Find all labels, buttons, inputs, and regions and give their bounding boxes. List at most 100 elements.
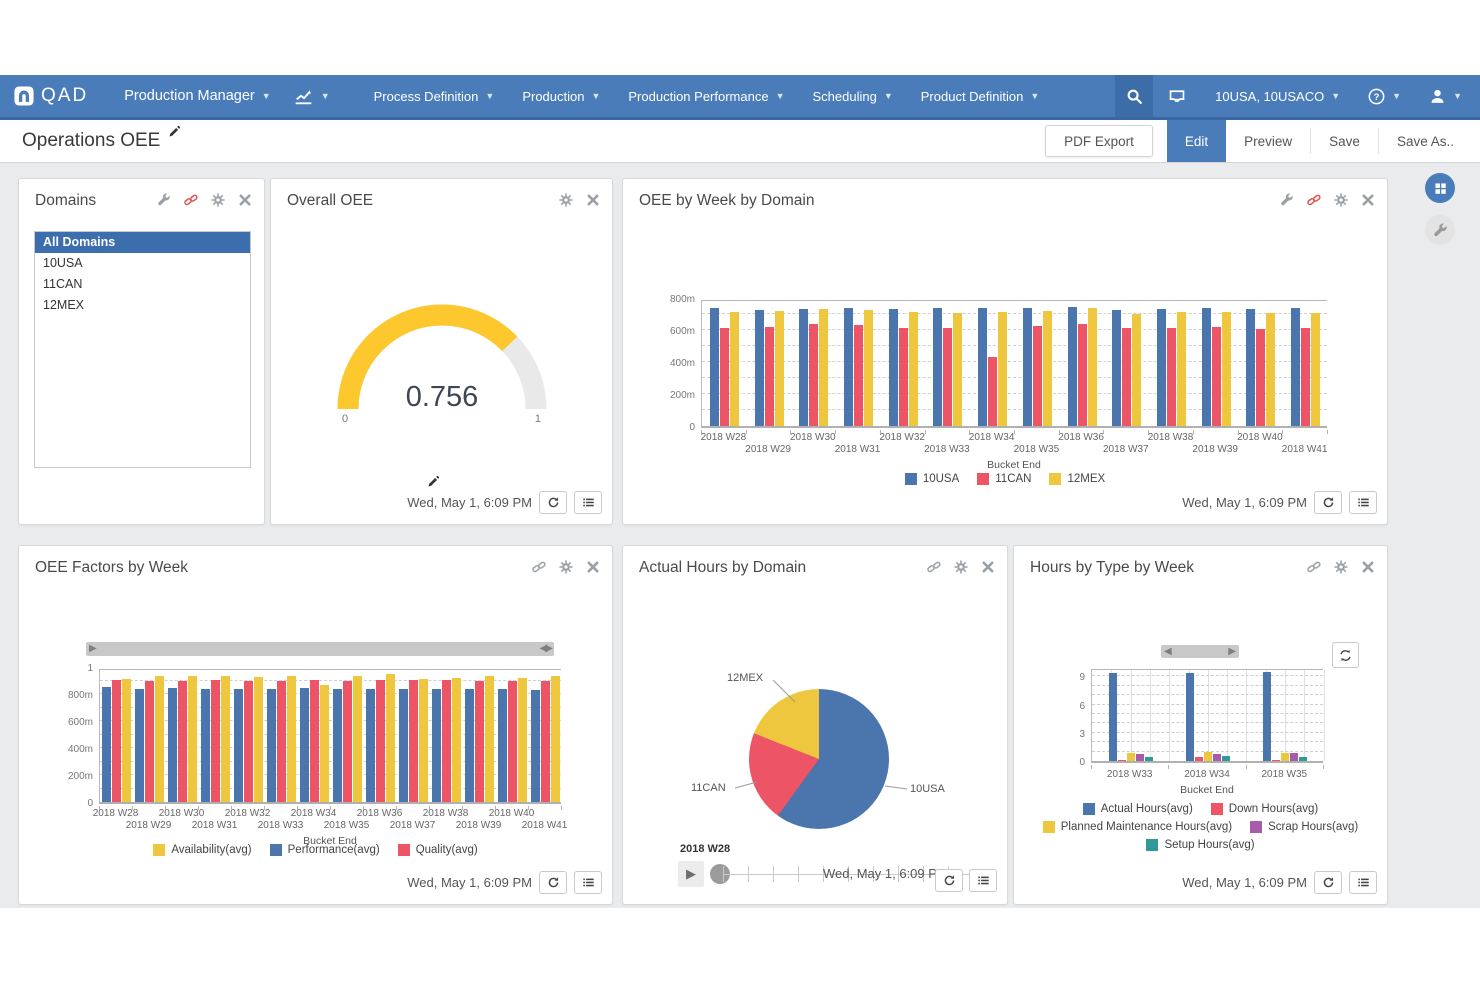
- legend-item[interactable]: Scrap Hours(avg): [1250, 821, 1358, 833]
- bar-11CAN: [765, 327, 774, 426]
- legend-swatch: [270, 844, 282, 856]
- legend-item[interactable]: Actual Hours(avg): [1083, 803, 1193, 815]
- inbox-button[interactable]: [1153, 75, 1201, 117]
- link-icon[interactable]: [927, 560, 941, 574]
- legend-item[interactable]: Setup Hours(avg): [1146, 839, 1254, 851]
- bar-12MEX: [819, 309, 828, 426]
- legend-item[interactable]: Down Hours(avg): [1211, 803, 1318, 815]
- legend-label: Quality(avg): [416, 844, 478, 856]
- help-menu[interactable]: ▼: [1354, 75, 1415, 117]
- widget-grid-button[interactable]: [1425, 173, 1455, 203]
- legend-label: 10USA: [923, 473, 959, 485]
- panel-title: Domains: [35, 192, 96, 210]
- chevron-down-icon: ▼: [485, 91, 494, 101]
- gear-icon[interactable]: [559, 193, 573, 207]
- menu-production-manager[interactable]: Production Manager▼: [110, 75, 279, 117]
- refresh-button[interactable]: [539, 871, 567, 894]
- legend-item[interactable]: 11CAN: [977, 473, 1031, 485]
- refresh-button[interactable]: [1314, 491, 1342, 514]
- list-icon: [977, 874, 990, 887]
- refresh-icon: [943, 874, 956, 887]
- grid-icon: [1433, 181, 1448, 196]
- bar-Quality(avg): [409, 680, 418, 802]
- y-axis-tick-label: 6: [1045, 701, 1085, 712]
- gear-icon[interactable]: [954, 560, 968, 574]
- domain-list-item[interactable]: 12MEX: [35, 295, 250, 316]
- pdf-export-button[interactable]: PDF Export: [1045, 125, 1153, 157]
- bar-Performance(avg): [465, 689, 474, 802]
- detail-list-button[interactable]: [1349, 871, 1377, 894]
- refresh-timestamp: Wed, May 1, 6:09 PM: [1182, 495, 1307, 510]
- refresh-timestamp: Wed, May 1, 6:09 PM: [823, 866, 948, 881]
- legend-item[interactable]: Planned Maintenance Hours(avg): [1043, 821, 1232, 833]
- detail-list-button[interactable]: [969, 869, 997, 892]
- pie-slice-label: 10USA: [910, 783, 945, 795]
- link-icon[interactable]: [184, 193, 198, 207]
- user-icon: [1429, 88, 1446, 105]
- menu-dashboard-chart[interactable]: ▼: [279, 75, 344, 117]
- x-axis-tick-label: 2018 W37: [382, 820, 444, 831]
- y-axis-tick-label: 800m: [655, 294, 695, 305]
- play-button[interactable]: ▶: [678, 861, 704, 887]
- menu-scheduling[interactable]: Scheduling▼: [799, 75, 907, 117]
- help-icon: [1368, 88, 1385, 105]
- bar-Availability(avg): [551, 676, 560, 802]
- legend-label: Setup Hours(avg): [1164, 839, 1254, 851]
- qad-logo-icon: [14, 86, 34, 106]
- domain-list-item[interactable]: All Domains: [35, 232, 250, 253]
- menu-production-performance[interactable]: Production Performance▼: [614, 75, 798, 117]
- close-icon[interactable]: [238, 193, 252, 207]
- company-selector[interactable]: 10USA, 10USACO▼: [1201, 75, 1354, 117]
- chart-plot-area: [1091, 669, 1323, 763]
- bar-Setup Hours(avg): [1145, 757, 1153, 761]
- detail-list-button[interactable]: [1349, 491, 1377, 514]
- refresh-button[interactable]: [539, 491, 567, 514]
- edit-title-pencil-icon[interactable]: [168, 126, 180, 138]
- bar-Setup Hours(avg): [1299, 757, 1307, 761]
- legend-item[interactable]: 12MEX: [1049, 473, 1105, 485]
- bar-Performance(avg): [234, 689, 243, 802]
- user-menu[interactable]: ▼: [1415, 75, 1480, 117]
- close-icon[interactable]: [586, 193, 600, 207]
- bar-Availability(avg): [254, 677, 263, 802]
- qad-dashboard-app: QAD Production Manager▼ ▼ Process Defini…: [0, 0, 1480, 987]
- x-axis-tick-label: 2018 W41: [514, 820, 576, 831]
- settings-wrench-button[interactable]: [1425, 215, 1455, 245]
- legend-item[interactable]: 10USA: [905, 473, 959, 485]
- legend-item[interactable]: Performance(avg): [270, 844, 380, 856]
- refresh-button[interactable]: [1314, 871, 1342, 894]
- domain-list-item[interactable]: 11CAN: [35, 274, 250, 295]
- gear-icon[interactable]: [211, 193, 225, 207]
- preview-button[interactable]: Preview: [1226, 120, 1310, 162]
- edit-pencil-icon[interactable]: [427, 476, 439, 488]
- close-icon[interactable]: [981, 560, 995, 574]
- bar-11CAN: [854, 325, 863, 426]
- menu-label: Production: [522, 89, 584, 104]
- legend-item[interactable]: Quality(avg): [398, 844, 478, 856]
- bar-Planned Maintenance Hours(avg): [1281, 753, 1289, 761]
- legend-item[interactable]: Availability(avg): [153, 844, 251, 856]
- domain-list-item[interactable]: 10USA: [35, 253, 250, 274]
- save-as-button[interactable]: Save As..: [1379, 120, 1472, 162]
- chevron-down-icon: ▼: [262, 91, 271, 101]
- bar-Performance(avg): [333, 689, 342, 802]
- search-button[interactable]: [1115, 75, 1153, 117]
- refresh-button[interactable]: [935, 869, 963, 892]
- menu-production[interactable]: Production▼: [508, 75, 614, 117]
- wrench-icon: [1433, 223, 1448, 238]
- menu-process-definition[interactable]: Process Definition▼: [360, 75, 509, 117]
- menu-product-definition[interactable]: Product Definition▼: [907, 75, 1054, 117]
- chevron-down-icon: ▼: [321, 91, 330, 101]
- line-chart-icon: [293, 87, 314, 105]
- y-axis-tick-label: 400m: [53, 744, 93, 755]
- save-button[interactable]: Save: [1311, 120, 1378, 162]
- bar-Performance(avg): [102, 687, 111, 802]
- wrench-icon[interactable]: [157, 193, 171, 207]
- qad-logo[interactable]: QAD: [14, 85, 88, 107]
- detail-list-button[interactable]: [574, 491, 602, 514]
- x-axis-tick-label: 2018 W39: [1184, 444, 1246, 455]
- x-axis-tick-label: 2018 W32: [217, 808, 279, 819]
- edit-button[interactable]: Edit: [1167, 120, 1226, 162]
- detail-list-button[interactable]: [574, 871, 602, 894]
- legend-label: Down Hours(avg): [1229, 803, 1318, 815]
